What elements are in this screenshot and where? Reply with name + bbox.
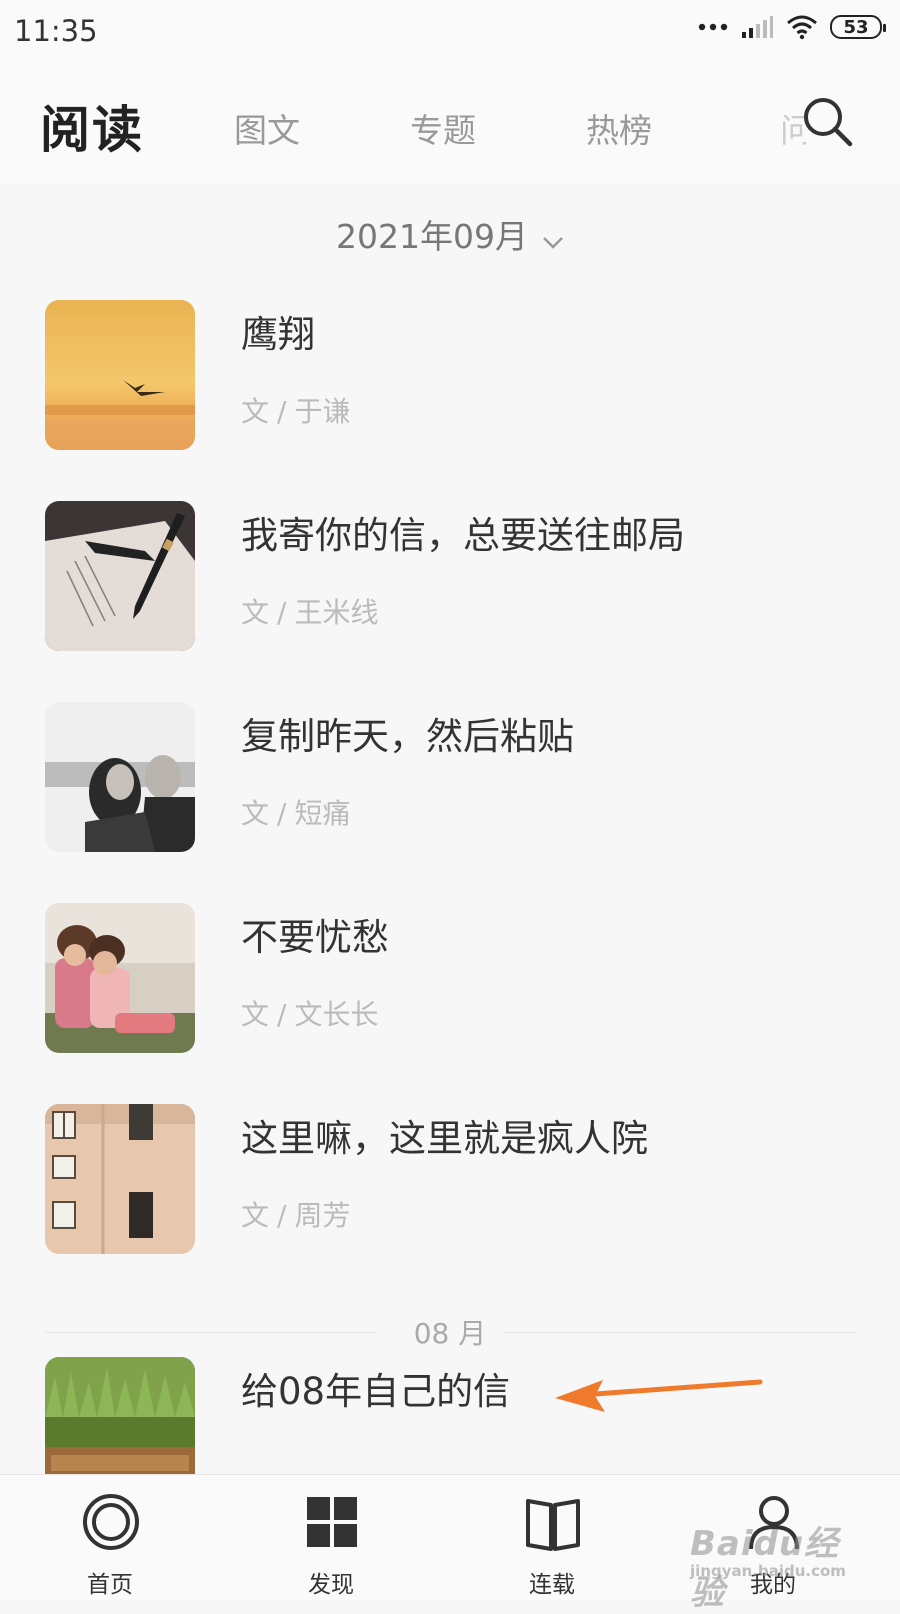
article-thumbnail [45,702,195,852]
article-author: 文 / 文长长 [241,998,379,1031]
more-dots-icon [698,23,728,31]
status-icons: 53 [698,14,886,40]
nav-discover-label: 发现 [308,1572,354,1598]
tab-zhuanti[interactable]: 专题 [410,104,476,152]
tab-tuwen[interactable]: 图文 [234,104,300,152]
page-title[interactable]: 阅读 [40,90,144,162]
article-thumbnail [45,1357,195,1474]
status-time: 11:35 [14,14,98,48]
top-header: 阅读 图文 专题 热榜 问 [0,64,900,184]
article-thumbnail [45,1104,195,1254]
grid-icon [307,1497,357,1547]
article-thumbnail [45,300,195,450]
nav-home-label: 首页 [87,1572,133,1598]
article-thumbnail [45,903,195,1053]
baidu-watermark: Baidu经验 jingyan.baidu.com [690,1516,860,1613]
battery-icon: 53 [830,15,886,39]
article-title: 这里嘛，这里就是疯人院 [241,1117,648,1160]
status-bar: 11:35 53 [0,0,900,64]
nav-home[interactable]: 首页 [50,1475,170,1601]
nav-serial-label: 连载 [529,1572,575,1598]
month-divider: 08 月 [45,1312,855,1352]
nav-discover[interactable]: 发现 [271,1475,391,1601]
wifi-icon [787,15,817,40]
tab-rebang[interactable]: 热榜 [586,104,652,152]
watermark-small: jingyan.baidu.com [690,1562,846,1580]
article-thumbnail [45,501,195,651]
book-icon [526,1499,580,1551]
article-title: 鹰翔 [241,313,315,356]
article-item[interactable]: 这里嘛，这里就是疯人院 文 / 周芳 [45,1104,855,1254]
divider-line-right [505,1332,855,1333]
article-title: 我寄你的信，总要送往邮局 [241,514,685,557]
article-item[interactable]: 复制昨天，然后粘贴 文 / 短痛 [45,702,855,852]
month-selector[interactable]: 2021年09月 [0,210,900,258]
article-title: 不要忧愁 [241,916,389,959]
article-author: 文 / 于谦 [241,395,351,428]
article-title: 复制昨天，然后粘贴 [241,715,574,758]
chevron-down-icon [542,219,564,258]
home-icon [83,1494,139,1550]
month-label: 2021年09月 [336,217,528,256]
pointer-arrow-icon [555,1379,763,1412]
article-item[interactable]: 我寄你的信，总要送往邮局 文 / 王米线 [45,501,855,651]
battery-level: 53 [843,16,869,38]
signal-icon [742,16,773,38]
nav-serial[interactable]: 连载 [492,1475,612,1601]
article-author: 文 / 王米线 [241,596,379,629]
article-author: 文 / 短痛 [241,797,351,830]
search-icon[interactable] [800,94,856,150]
article-item[interactable]: 不要忧愁 文 / 文长长 [45,903,855,1053]
article-title: 给08年自己的信 [241,1370,511,1413]
article-author: 文 / 周芳 [241,1199,351,1232]
article-item[interactable]: 鹰翔 文 / 于谦 [45,300,855,450]
